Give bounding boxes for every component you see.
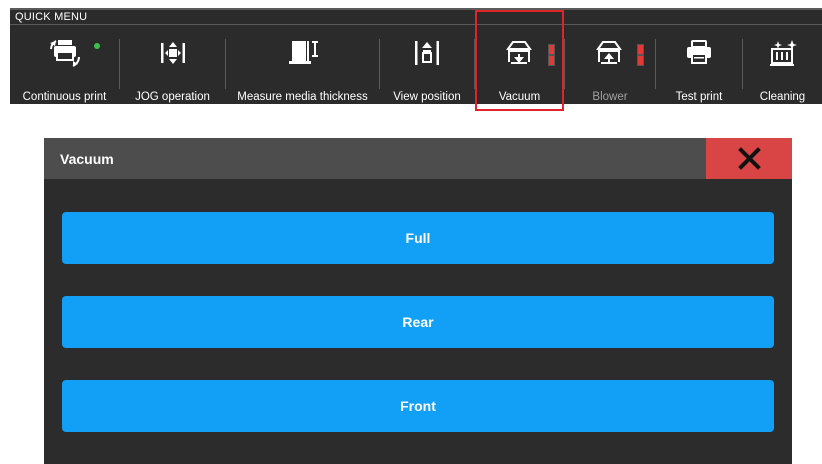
- blower-indicator: [637, 44, 644, 66]
- test-print-button[interactable]: Test print: [656, 25, 742, 104]
- close-button[interactable]: [706, 138, 792, 179]
- cleaning-icon: [766, 37, 800, 69]
- quick-menu-title: QUICK MENU: [15, 11, 88, 23]
- test-print-label: Test print: [675, 91, 723, 103]
- view-position-button[interactable]: View position: [380, 25, 474, 104]
- status-dot: [94, 43, 100, 49]
- vacuum-indicator: [548, 44, 555, 66]
- continuous-print-button[interactable]: Continuous print: [10, 25, 119, 104]
- full-button[interactable]: Full: [62, 212, 774, 264]
- jog-operation-label: JOG operation: [135, 91, 210, 103]
- vacuum-icon: [503, 37, 537, 69]
- front-button[interactable]: Front: [62, 380, 774, 432]
- close-icon: [738, 147, 761, 170]
- jog-operation-button[interactable]: JOG operation: [120, 25, 225, 104]
- quick-menu: QUICK MENU Continuous print JOG operatio…: [10, 8, 822, 111]
- vacuum-button[interactable]: Vacuum: [475, 10, 564, 111]
- vacuum-dialog: Vacuum Full Rear Front: [44, 138, 792, 464]
- measure-media-thickness-label: Measure media thickness: [237, 91, 368, 103]
- rear-button[interactable]: Rear: [62, 296, 774, 348]
- blower-button[interactable]: Blower: [565, 25, 655, 104]
- printer-icon: [682, 37, 716, 69]
- cleaning-label: Cleaning: [759, 91, 806, 103]
- view-position-label: View position: [393, 91, 461, 103]
- measure-media-thickness-button[interactable]: Measure media thickness: [226, 25, 379, 104]
- view-position-icon: [410, 37, 444, 69]
- blower-label: Blower: [592, 91, 628, 103]
- vacuum-label: Vacuum: [498, 91, 541, 103]
- quick-menu-header: QUICK MENU: [10, 10, 822, 25]
- media-thickness-icon: [286, 37, 320, 69]
- blower-icon: [593, 37, 627, 69]
- quick-menu-items: Continuous print JOG operation Measure m…: [10, 10, 822, 111]
- continuous-print-icon: [48, 37, 82, 69]
- jog-icon: [156, 37, 190, 69]
- dialog-title: Vacuum: [60, 151, 114, 167]
- dialog-header: Vacuum: [44, 138, 792, 179]
- continuous-print-label: Continuous print: [22, 91, 107, 103]
- cleaning-button[interactable]: Cleaning: [743, 25, 822, 104]
